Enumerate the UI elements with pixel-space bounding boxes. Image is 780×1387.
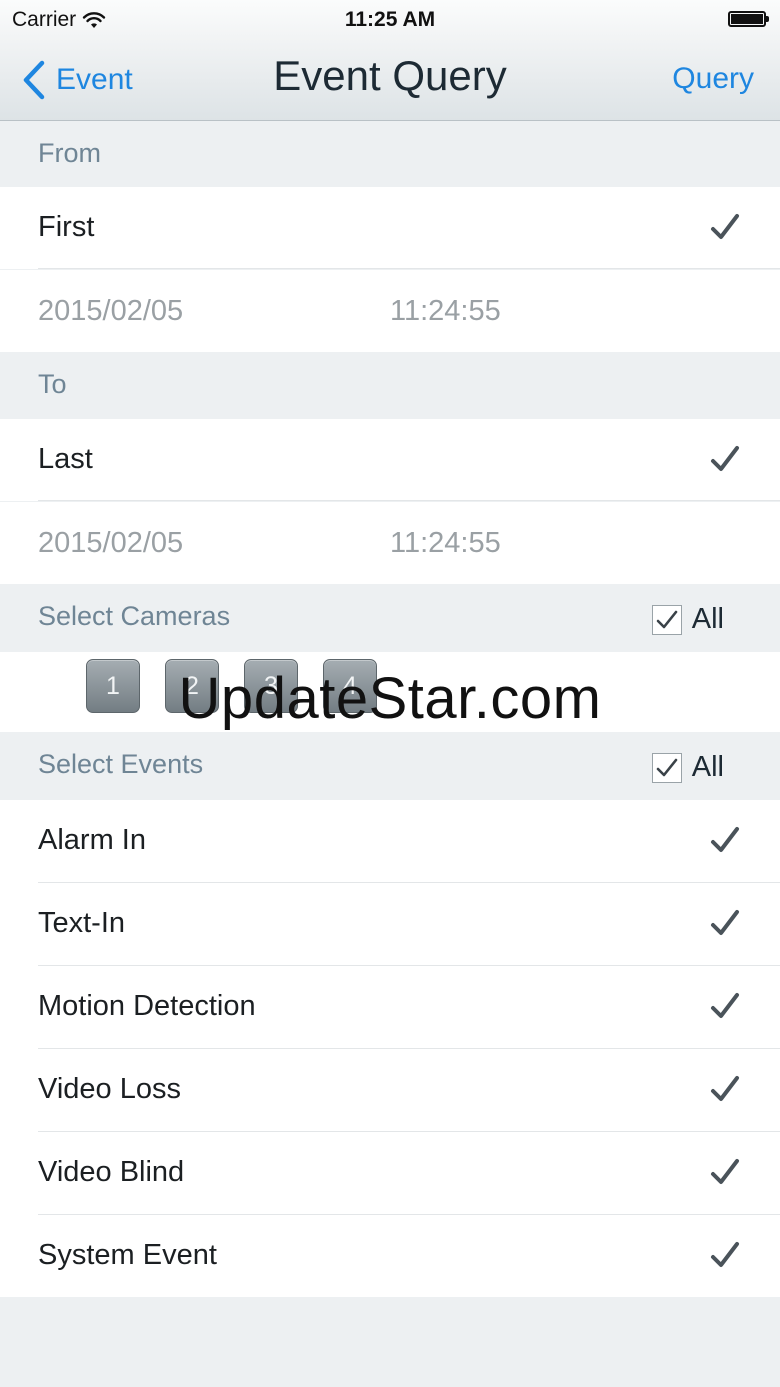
- navigation-bar: Carrier 11:25 AM Event Event Query Query: [0, 0, 780, 121]
- to-section-header: To: [0, 352, 780, 418]
- to-header-label: To: [38, 369, 67, 399]
- checkbox-checked-icon: [651, 752, 682, 783]
- to-time: 11:24:55: [390, 527, 501, 559]
- event-row-system-event[interactable]: System Event: [0, 1215, 780, 1297]
- cameras-all-label: All: [691, 603, 724, 635]
- event-label: Video Blind: [38, 1156, 185, 1188]
- event-row-motion-detection[interactable]: Motion Detection: [0, 966, 780, 1049]
- event-row-alarm-in[interactable]: Alarm In: [0, 800, 780, 883]
- event-label: Text-In: [38, 907, 126, 939]
- events-header-label: Select Events: [38, 749, 204, 779]
- battery-icon: [728, 11, 769, 27]
- events-all-label: All: [691, 751, 724, 783]
- status-time: 11:25 AM: [344, 8, 436, 31]
- event-row-text-in[interactable]: Text-In: [0, 883, 780, 966]
- event-label: System Event: [38, 1239, 217, 1271]
- events-all-checkbox[interactable]: All: [651, 751, 724, 784]
- checkmark-icon: [711, 827, 739, 852]
- from-first-row[interactable]: First: [0, 187, 780, 269]
- to-last-row[interactable]: Last: [0, 419, 780, 501]
- event-label: Motion Detection: [38, 990, 256, 1022]
- from-datetime-row[interactable]: 2015/02/05 11:24:55: [0, 270, 780, 352]
- query-button[interactable]: Query: [672, 62, 754, 96]
- camera-1-button[interactable]: 1: [86, 659, 140, 713]
- checkmark-icon: [711, 446, 739, 471]
- checkmark-icon: [711, 1242, 739, 1267]
- event-row-video-loss[interactable]: Video Loss: [0, 1049, 780, 1132]
- from-time: 11:24:55: [390, 295, 501, 327]
- checkmark-icon: [711, 993, 739, 1018]
- from-date: 2015/02/05: [38, 295, 184, 327]
- from-section-header: From: [0, 121, 780, 187]
- cameras-header-label: Select Cameras: [38, 601, 231, 631]
- events-section-header: Select Events All: [0, 732, 780, 800]
- status-bar: Carrier 11:25 AM: [0, 0, 780, 40]
- event-label: Alarm In: [38, 824, 146, 856]
- from-first-label: First: [38, 211, 95, 243]
- event-label: Video Loss: [38, 1073, 181, 1105]
- cameras-all-checkbox[interactable]: All: [651, 603, 724, 636]
- checkmark-icon: [711, 1076, 739, 1101]
- from-header-label: From: [38, 138, 101, 168]
- checkmark-icon: [711, 1159, 739, 1184]
- to-date: 2015/02/05: [38, 527, 184, 559]
- row-separator: [38, 268, 780, 269]
- to-datetime-row[interactable]: 2015/02/05 11:24:55: [0, 502, 780, 584]
- to-last-label: Last: [38, 443, 93, 475]
- page-title: Event Query: [273, 52, 507, 99]
- checkmark-icon: [711, 214, 739, 239]
- camera-buttons-row: 1 2 3 4: [0, 652, 780, 732]
- camera-2-button[interactable]: 2: [165, 659, 219, 713]
- event-row-video-blind[interactable]: Video Blind: [0, 1132, 780, 1215]
- camera-3-button[interactable]: 3: [244, 659, 298, 713]
- checkmark-icon: [711, 910, 739, 935]
- camera-4-button[interactable]: 4: [323, 659, 377, 713]
- cameras-section-header: Select Cameras All: [0, 584, 780, 652]
- row-separator: [38, 500, 780, 501]
- checkbox-checked-icon: [651, 604, 682, 635]
